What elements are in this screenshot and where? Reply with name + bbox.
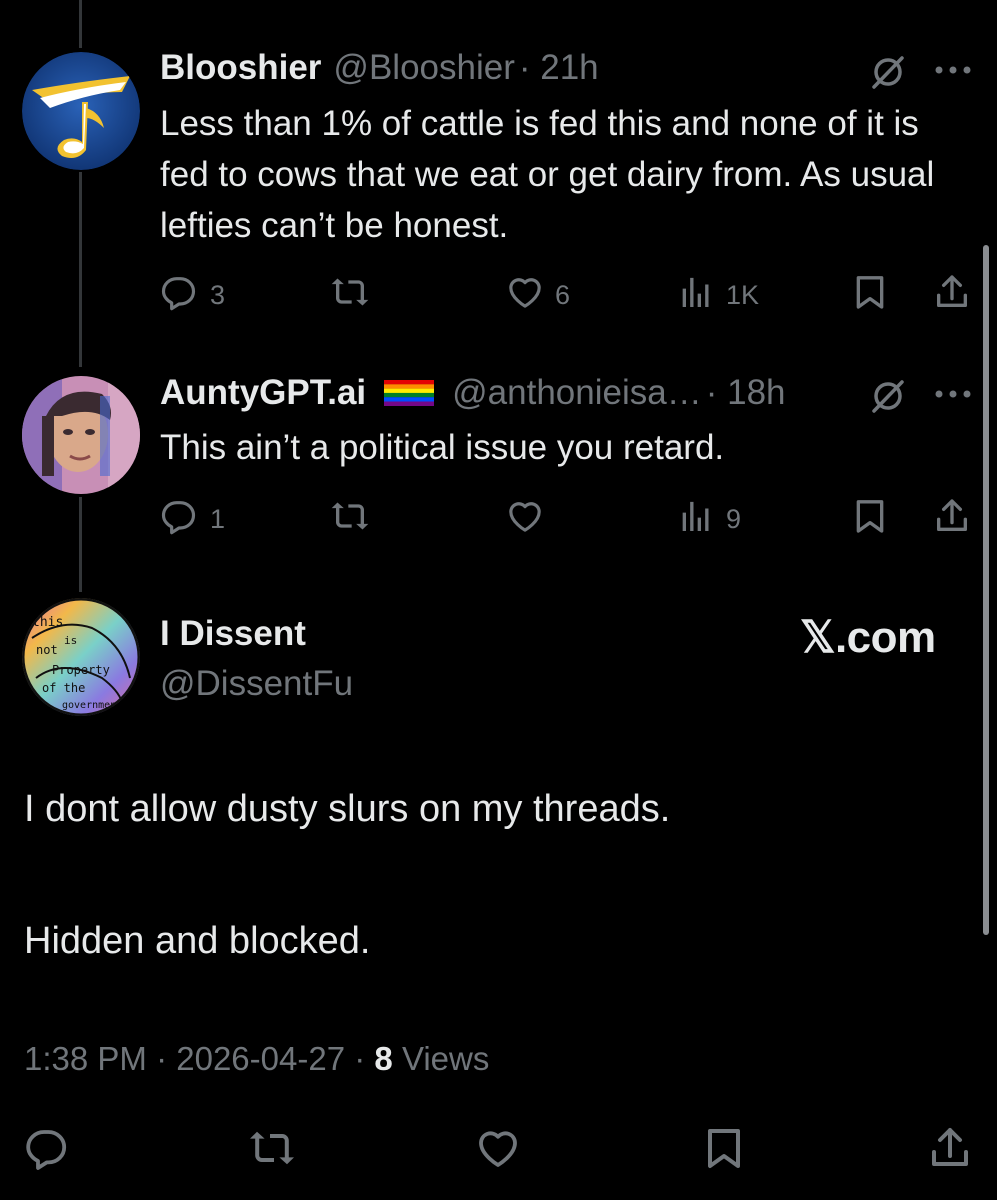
- like-count: 6: [555, 280, 571, 310]
- reply-button[interactable]: 3: [160, 272, 225, 319]
- views-icon: [676, 496, 716, 543]
- views-count: 9: [726, 504, 742, 534]
- avatar-auntygpt[interactable]: [22, 376, 140, 494]
- views-button[interactable]: 9: [676, 496, 741, 543]
- author-name[interactable]: I Dissent: [160, 614, 306, 654]
- post-meta: 1:38 PM · 2026-04-27 · 8 Views: [24, 1040, 489, 1078]
- avatar-blooshier[interactable]: [22, 52, 140, 170]
- post-date: 2026-04-27: [176, 1040, 346, 1077]
- reply-icon: [24, 1124, 72, 1179]
- reply-button[interactable]: 1: [160, 496, 225, 543]
- like-button[interactable]: 6: [505, 272, 570, 319]
- bookmark-button[interactable]: [700, 1124, 748, 1179]
- repost-icon: [330, 496, 370, 543]
- post-time: 1:38 PM: [24, 1040, 147, 1077]
- like-icon: [505, 496, 545, 543]
- bookmark-icon: [850, 272, 890, 319]
- reply-count: 3: [210, 280, 226, 310]
- more-icon[interactable]: [933, 386, 973, 402]
- avatar-idissent[interactable]: this is not Property of the government: [22, 598, 140, 716]
- post-paragraph: Hidden and blocked.: [24, 920, 371, 962]
- grok-icon[interactable]: [868, 52, 908, 92]
- post-text: This ain’t a political issue you retard.: [160, 428, 725, 467]
- share-icon: [932, 272, 972, 319]
- views-count: 8: [374, 1040, 393, 1077]
- author-name[interactable]: Blooshier: [160, 48, 321, 88]
- grok-icon[interactable]: [868, 376, 908, 416]
- avatar-text: Property: [52, 663, 110, 677]
- bookmark-button[interactable]: [850, 496, 890, 543]
- thread-line-1: [79, 172, 82, 367]
- author-handle[interactable]: @anthonieisa…: [452, 373, 702, 413]
- repost-button[interactable]: [248, 1124, 296, 1179]
- repost-button[interactable]: [330, 272, 370, 319]
- repost-icon: [248, 1124, 296, 1179]
- thread-line-top: [79, 0, 82, 48]
- like-icon: [474, 1124, 522, 1179]
- separator: ·: [354, 1040, 375, 1077]
- like-button[interactable]: [505, 496, 545, 543]
- avatar-text: this: [32, 615, 63, 630]
- post-paragraph: I dont allow dusty slurs on my threads.: [24, 788, 671, 830]
- reply-button[interactable]: [24, 1124, 72, 1179]
- views-button[interactable]: 1K: [676, 272, 759, 319]
- rainbow-flag-icon: [384, 380, 435, 406]
- post-time[interactable]: · 18h: [706, 373, 786, 413]
- brand-watermark: 𝕏.com: [800, 613, 936, 662]
- like-button[interactable]: [474, 1124, 522, 1179]
- bookmark-icon: [850, 496, 890, 543]
- repost-icon: [330, 272, 370, 319]
- share-button[interactable]: [932, 272, 972, 319]
- views-count: 1K: [726, 280, 760, 310]
- post-text: Less than 1% of cattle is fed this and n…: [160, 104, 935, 245]
- share-icon: [932, 496, 972, 543]
- repost-button[interactable]: [330, 496, 370, 543]
- share-icon: [926, 1124, 974, 1179]
- share-button[interactable]: [932, 496, 972, 543]
- author-handle[interactable]: @Blooshier: [333, 48, 514, 88]
- avatar-text: of the: [42, 681, 85, 695]
- reply-count: 1: [210, 504, 226, 534]
- reply-icon: [160, 272, 200, 319]
- thread-line-2: [79, 497, 82, 592]
- author-name[interactable]: AuntyGPT.ai: [160, 373, 366, 413]
- post-time[interactable]: · 21h: [519, 48, 599, 88]
- bookmark-button[interactable]: [850, 272, 890, 319]
- share-button[interactable]: [926, 1124, 974, 1179]
- views-label: Views: [401, 1040, 490, 1077]
- separator: ·: [156, 1040, 177, 1077]
- reply-icon: [160, 496, 200, 543]
- avatar-text: government: [62, 700, 122, 711]
- author-handle[interactable]: @DissentFu: [160, 664, 353, 704]
- avatar-text: is: [64, 634, 77, 647]
- more-icon[interactable]: [933, 62, 973, 78]
- views-icon: [676, 272, 716, 319]
- scrollbar[interactable]: [983, 245, 989, 935]
- avatar-text: not: [36, 643, 58, 657]
- bookmark-icon: [700, 1124, 748, 1179]
- like-icon: [505, 272, 545, 319]
